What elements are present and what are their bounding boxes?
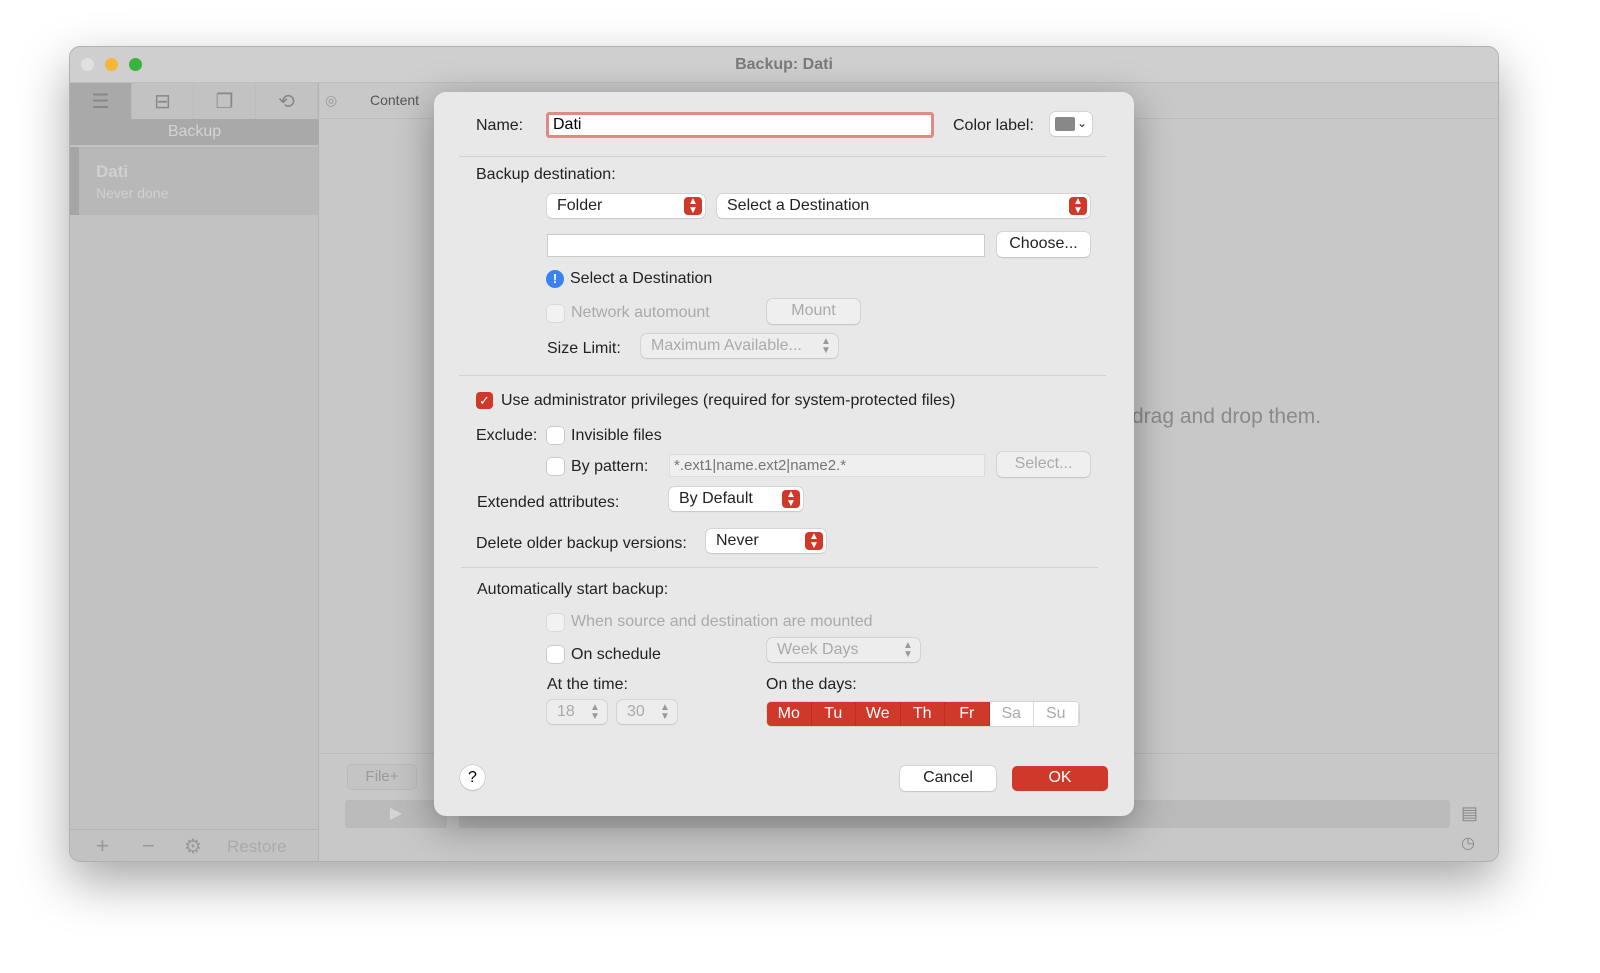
admin-privileges-label: Use administrator privileges (required f… [501, 392, 956, 409]
by-pattern-label: By pattern: [571, 458, 649, 475]
pattern-input[interactable] [669, 454, 985, 477]
days-segmented-control: Mo Tu We Th Fr Sa Su [767, 702, 1079, 726]
target-icon[interactable]: ◎ [325, 92, 337, 109]
name-label: Name: [476, 117, 524, 134]
day-toggle-mo[interactable]: Mo [767, 702, 812, 726]
network-automount-label: Network automount [571, 304, 710, 321]
destination-type-select[interactable]: Folder ▲ ▼ [547, 194, 705, 218]
drop-hint: drag and drop them. [1132, 405, 1322, 428]
color-label-select[interactable]: ⌄ [1050, 112, 1092, 136]
updown-icon: ▲ ▼ [903, 640, 913, 660]
help-button[interactable]: ? [460, 765, 485, 790]
extended-attributes-select[interactable]: By Default ▲ ▼ [669, 487, 803, 511]
at-time-label: At the time: [547, 676, 628, 693]
destination-type-value: Folder [557, 197, 603, 214]
when-mounted-checkbox[interactable] [547, 614, 564, 631]
delete-older-label: Delete older backup versions: [476, 535, 687, 552]
gear-icon[interactable]: ⚙ [184, 834, 202, 859]
info-icon: ! [546, 270, 564, 288]
network-automount-checkbox[interactable] [547, 305, 564, 322]
destination-select[interactable]: Select a Destination ▲ ▼ [717, 194, 1090, 218]
name-input[interactable] [546, 112, 934, 138]
tab-content[interactable]: Content [370, 92, 419, 108]
hour-value: 18 [557, 703, 575, 720]
size-limit-select[interactable]: Maximum Available... ▲ ▼ [641, 334, 838, 358]
invisible-files-checkbox[interactable] [547, 427, 564, 444]
size-limit-value: Maximum Available... [651, 337, 802, 354]
tab-copy[interactable]: ❐ [194, 83, 256, 119]
window-title: Backup: Dati [735, 56, 833, 73]
clock-icon[interactable]: ◷ [1461, 833, 1475, 853]
schedule-select[interactable]: Week Days ▲ ▼ [767, 638, 920, 662]
add-icon[interactable]: + [96, 833, 109, 859]
destination-path-input[interactable] [547, 234, 985, 257]
archive-box-icon: ⊟ [154, 90, 171, 113]
day-toggle-tu[interactable]: Tu [811, 702, 856, 726]
extended-attributes-value: By Default [679, 490, 753, 507]
by-pattern-checkbox[interactable] [547, 458, 564, 475]
sync-icon: ⟲ [278, 90, 295, 113]
backup-settings-dialog: Name: Color label: ⌄ Backup destination:… [434, 92, 1134, 816]
tab-archive[interactable]: ⊟ [132, 83, 194, 119]
minute-value: 30 [627, 703, 645, 720]
restore-button[interactable]: Restore [227, 837, 287, 857]
destination-warning: Select a Destination [570, 270, 713, 287]
backup-name: Dati [96, 162, 129, 181]
admin-privileges-checkbox[interactable]: ✓ [476, 392, 493, 409]
backup-destination-label: Backup destination: [476, 166, 616, 183]
exclude-label: Exclude: [476, 427, 538, 444]
day-toggle-su[interactable]: Su [1034, 702, 1079, 726]
sidebar: ☰ ⊟ ❐ ⟲ Backup Dati Never done + − ⚙ Res… [70, 83, 319, 861]
tab-backups[interactable]: ☰ [70, 83, 132, 119]
select-pattern-button[interactable]: Select... [997, 452, 1090, 477]
delete-older-select[interactable]: Never ▲ ▼ [706, 529, 826, 553]
when-mounted-label: When source and destination are mounted [571, 613, 873, 630]
remove-icon[interactable]: − [142, 833, 155, 859]
tab-sync[interactable]: ⟲ [256, 83, 318, 119]
on-schedule-label: On schedule [571, 646, 661, 663]
day-toggle-fr[interactable]: Fr [945, 702, 990, 726]
backup-status: Never done [96, 185, 169, 201]
schedule-value: Week Days [777, 641, 859, 658]
updown-icon: ▲ ▼ [590, 702, 600, 722]
list-item[interactable]: Dati Never done [70, 147, 318, 215]
auto-start-label: Automatically start backup: [477, 581, 669, 598]
choose-button[interactable]: Choose... [997, 232, 1090, 257]
on-schedule-checkbox[interactable] [547, 646, 564, 663]
hour-stepper[interactable]: 18 ▲ ▼ [547, 700, 607, 724]
file-plus-button[interactable]: File+ [347, 764, 417, 790]
destination-value: Select a Destination [727, 197, 870, 214]
day-toggle-we[interactable]: We [856, 702, 901, 726]
updown-icon: ▲ ▼ [684, 197, 702, 216]
ok-button[interactable]: OK [1012, 766, 1108, 791]
color-label-label: Color label: [953, 117, 1034, 134]
copy-icon: ❐ [215, 90, 234, 113]
extended-attributes-label: Extended attributes: [477, 494, 620, 511]
log-icon[interactable]: ▤ [1461, 803, 1478, 824]
invisible-files-label: Invisible files [571, 427, 662, 444]
updown-icon: ▲ ▼ [660, 702, 670, 722]
updown-icon: ▲ ▼ [821, 336, 831, 356]
delete-older-value: Never [716, 532, 759, 549]
mount-button[interactable]: Mount [767, 299, 860, 324]
day-toggle-th[interactable]: Th [900, 702, 945, 726]
drawer-icon: ☰ [91, 90, 110, 113]
day-toggle-sa[interactable]: Sa [989, 702, 1034, 726]
minute-stepper[interactable]: 30 ▲ ▼ [617, 700, 677, 724]
title-bar: Backup: Dati [70, 47, 1498, 83]
size-limit-label: Size Limit: [547, 340, 621, 357]
updown-icon: ▲ ▼ [782, 490, 800, 509]
play-button[interactable]: ▶ [345, 800, 447, 828]
updown-icon: ▲ ▼ [1069, 197, 1087, 216]
on-days-label: On the days: [766, 676, 857, 693]
chevron-down-icon: ⌄ [1076, 116, 1087, 130]
sidebar-header: Backup [70, 119, 319, 145]
updown-icon: ▲ ▼ [805, 532, 823, 551]
cancel-button[interactable]: Cancel [900, 766, 996, 791]
play-icon: ▶ [389, 805, 403, 822]
